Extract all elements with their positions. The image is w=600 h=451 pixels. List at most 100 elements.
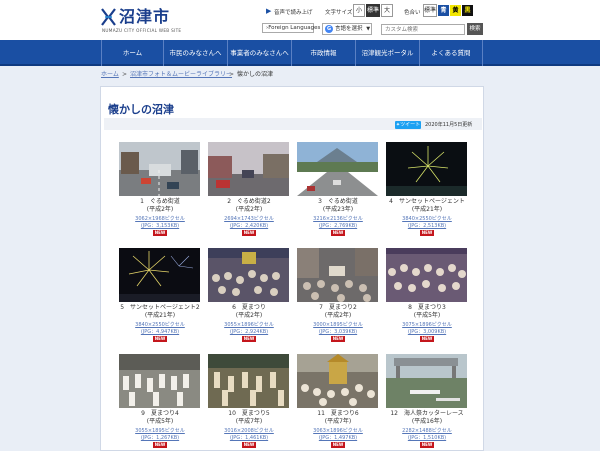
photo-thumbnail[interactable] (208, 142, 289, 196)
photo-thumbnail[interactable] (386, 142, 467, 196)
new-badge: NEW (420, 230, 434, 236)
photo-file-link[interactable]: (JPG：2,420KB) (204, 223, 294, 229)
color-label: 色合い (404, 10, 421, 16)
photo-title: 11 夏まつり6 (317, 410, 359, 417)
photo-card: 11 夏まつり6 (平成7年) 3063×1896ピクセル (JPG：1,497… (293, 354, 383, 451)
photo-title: 10 夏まつり5 (228, 410, 270, 417)
photo-thumbnail[interactable] (297, 142, 378, 196)
nav-item-tourism[interactable]: 沼津観光ポータル (355, 40, 419, 66)
new-badge: NEW (331, 230, 345, 236)
new-badge: NEW (153, 442, 167, 448)
photo-dimensions-link[interactable]: 3055×1896ピクセル (204, 322, 294, 328)
photo-dimensions-link[interactable]: 3000×1895ピクセル (293, 322, 383, 328)
photo-image (297, 354, 378, 408)
photo-title: 4 サンセットページェント (389, 198, 465, 205)
font-standard-button[interactable]: 標準 (366, 4, 380, 17)
photo-era: (平成2年) (146, 206, 174, 213)
photo-file-link[interactable]: (JPG：1,497KB) (293, 435, 383, 441)
photo-file-link[interactable]: (JPG：2,924KB) (204, 329, 294, 335)
logo-subtitle: NUMAZU CITY OFFICIAL WEB SITE (102, 28, 182, 33)
photo-thumbnail[interactable] (208, 354, 289, 408)
photo-file-link[interactable]: (JPG：3,009KB) (382, 329, 472, 335)
photo-card: 7 夏まつり2 (平成2年) 3000×1895ピクセル (JPG：3,039K… (293, 248, 383, 348)
speaker-icon: ▶ (266, 7, 272, 15)
tweet-button[interactable]: ✦ツイート (395, 121, 421, 129)
new-badge: NEW (153, 230, 167, 236)
photo-thumbnail[interactable] (119, 354, 200, 408)
new-badge: NEW (331, 336, 345, 342)
search-input[interactable] (381, 24, 465, 35)
photo-card: 5 サンセットページェント2 (平成21年) 3840×2550ピクセル (JP… (115, 248, 205, 348)
photo-dimensions-link[interactable]: 3075×1896ピクセル (382, 322, 472, 328)
nav-item-faq[interactable]: よくある質問 (419, 40, 483, 66)
breadcrumb-library[interactable]: 沼津市フォト＆ムービーライブラリー (130, 71, 232, 79)
photo-dimensions-link[interactable]: 2694×1743ピクセル (204, 216, 294, 222)
photo-era: (平成2年) (235, 206, 263, 213)
photo-file-link[interactable]: (JPG：2,513KB) (382, 223, 472, 229)
photo-thumbnail[interactable] (208, 248, 289, 302)
photo-era: (平成7年) (235, 418, 263, 425)
photo-dimensions-link[interactable]: 3062×1968ピクセル (115, 216, 205, 222)
color-black-button[interactable]: 黒 (462, 5, 473, 16)
font-small-button[interactable]: 小 (353, 4, 365, 17)
breadcrumb-separator: > (229, 71, 235, 78)
photo-dimensions-link[interactable]: 3840×2550ピクセル (115, 322, 205, 328)
photo-dimensions-link[interactable]: 3216×2136ピクセル (293, 216, 383, 222)
photo-card: 1 ぐるめ街道 (平成2年) 3062×1968ピクセル (JPG：3,153K… (115, 142, 205, 242)
nav-item-city-info[interactable]: 市政情報 (291, 40, 355, 66)
nav-item-business[interactable]: 事業者のみなさんへ (227, 40, 291, 66)
read-aloud-link[interactable]: 音声で読み上げ (274, 8, 313, 16)
photo-file-link[interactable]: (JPG：1,267KB) (115, 435, 205, 441)
photo-card: 6 夏まつり (平成2年) 3055×1896ピクセル (JPG：2,924KB… (204, 248, 294, 348)
main-navigation: ホーム 市民のみなさんへ 事業者のみなさんへ 市政情報 沼津観光ポータル よくあ… (0, 40, 600, 66)
search-button[interactable]: 検索 (467, 23, 483, 35)
photo-era: (平成21年) (144, 312, 176, 319)
site-logo[interactable]: 沼津市 NUMAZU CITY OFFICIAL WEB SITE (100, 4, 182, 34)
photo-title: 5 サンセットページェント2 (120, 304, 200, 311)
photo-file-link[interactable]: (JPG：4,947KB) (115, 329, 205, 335)
color-blue-button[interactable]: 青 (438, 5, 449, 16)
photo-card: 4 サンセットページェント (平成21年) 3840×2550ピクセル (JPG… (382, 142, 472, 242)
photo-title: 3 ぐるめ街道 (318, 198, 358, 205)
photo-thumbnail[interactable] (119, 248, 200, 302)
photo-dimensions-link[interactable]: 3016×2008ピクセル (204, 428, 294, 434)
photo-dimensions-link[interactable]: 3063×1896ピクセル (293, 428, 383, 434)
update-date: 2020年11月5日更新 (425, 122, 473, 128)
photo-title: 2 ぐるめ街道2 (227, 198, 271, 205)
breadcrumb-current: 懐かしの沼津 (237, 71, 274, 78)
photo-file-link[interactable]: (JPG：3,039KB) (293, 329, 383, 335)
photo-file-link[interactable]: (JPG：1,510KB) (382, 435, 472, 441)
photo-image (208, 248, 289, 302)
photo-image (119, 248, 200, 302)
photo-dimensions-link[interactable]: 3840×2550ピクセル (382, 216, 472, 222)
nav-item-citizens[interactable]: 市民のみなさんへ (163, 40, 227, 66)
photo-dimensions-link[interactable]: 3055×1895ピクセル (115, 428, 205, 434)
photo-era: (平成2年) (235, 312, 263, 319)
photo-image (297, 142, 378, 196)
photo-dimensions-link[interactable]: 2282×1488ピクセル (382, 428, 472, 434)
foreign-languages-link[interactable]: ›Foreign Languages (262, 23, 320, 33)
photo-thumbnail[interactable] (119, 142, 200, 196)
google-icon: G (325, 25, 333, 33)
font-large-button[interactable]: 大 (381, 4, 393, 17)
new-badge: NEW (242, 336, 256, 342)
breadcrumb-home[interactable]: ホーム (101, 71, 119, 79)
photo-file-link[interactable]: (JPG：2,769KB) (293, 223, 383, 229)
color-yellow-button[interactable]: 黄 (450, 5, 461, 16)
photo-file-link[interactable]: (JPG：1,461KB) (204, 435, 294, 441)
photo-thumbnail[interactable] (386, 354, 467, 408)
nav-item-home[interactable]: ホーム (101, 40, 163, 66)
page-title: 懐かしの沼津 (108, 103, 174, 116)
photo-era: (平成5年) (413, 312, 441, 319)
breadcrumb-separator: > (122, 71, 128, 78)
photo-image (386, 248, 467, 302)
photo-thumbnail[interactable] (297, 354, 378, 408)
language-select[interactable]: G 言語を選択 ▼ (322, 23, 372, 35)
photo-thumbnail[interactable] (297, 248, 378, 302)
photo-card: 2 ぐるめ街道2 (平成2年) 2694×1743ピクセル (JPG：2,420… (204, 142, 294, 242)
photo-thumbnail[interactable] (386, 248, 467, 302)
photo-title: 7 夏まつり2 (319, 304, 357, 311)
photo-image (208, 142, 289, 196)
photo-file-link[interactable]: (JPG：3,153KB) (115, 223, 205, 229)
color-standard-button[interactable]: 標準 (423, 4, 437, 17)
